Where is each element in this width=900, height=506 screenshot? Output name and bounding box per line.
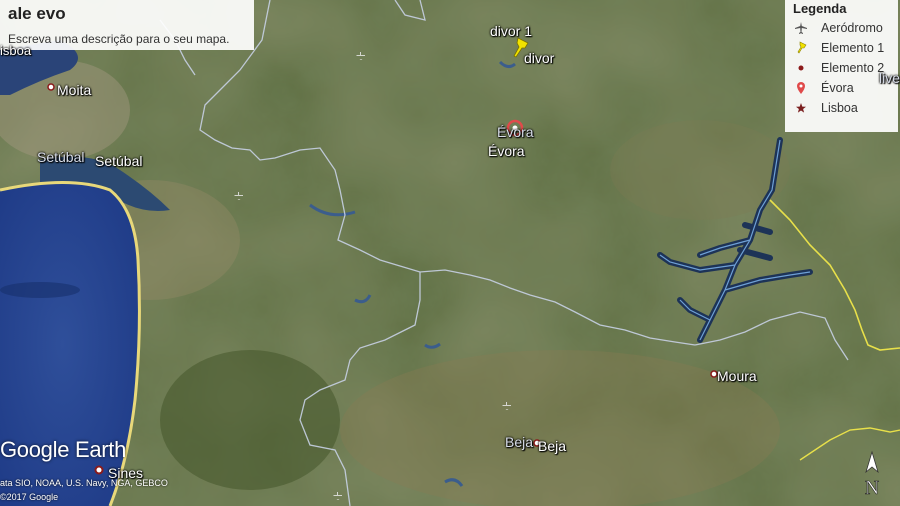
legend-item-evora: Évora (793, 78, 890, 98)
legend-item-label: Aeródromo (821, 21, 883, 35)
place-label-moura: Moura (717, 368, 757, 384)
place-label-setubal-city: Setúbal (95, 153, 143, 169)
legend-item-aerodromo: Aeródromo (793, 18, 890, 38)
legend-title: Legenda (793, 1, 847, 16)
data-attribution: ata SIO, NOAA, U.S. Navy, NGA, GEBCO (0, 478, 168, 488)
map-credits: ata SIO, NOAA, U.S. Navy, NGA, GEBCO ©20… (0, 476, 168, 504)
place-label-moita: Moita (57, 82, 92, 98)
place-label-evora: Évora (497, 124, 534, 140)
legend-item-label: Lisboa (821, 101, 858, 115)
compass-north-label: N (865, 477, 879, 499)
dot-icon[interactable] (46, 82, 56, 92)
legend-item-lisboa: Lisboa (793, 98, 890, 118)
place-label-divor: divor (524, 50, 555, 66)
legend-item-elemento-1: Elemento 1 (793, 38, 890, 58)
satellite-map[interactable] (0, 0, 900, 506)
place-label-beja-city: Beja (538, 438, 567, 454)
place-label-setubal: Setúbal (37, 149, 85, 165)
dot-icon[interactable] (93, 464, 105, 476)
dot-icon (793, 60, 809, 76)
legend-item-label: Elemento 2 (821, 61, 885, 75)
place-label-beja: Beja (505, 434, 534, 450)
place-label-lisboa: isboa (0, 43, 32, 58)
copyright-text: ©2017 Google (0, 492, 59, 502)
red-pin-icon (793, 80, 809, 96)
google-earth-logo: Google Earth (0, 437, 127, 462)
place-label-evora-city: Évora (488, 143, 525, 159)
place-label-divor-1: divor 1 (490, 23, 533, 39)
map-info-panel: ale evo Escreva uma descrição para o seu… (0, 0, 254, 50)
airplane-icon (793, 20, 809, 36)
map-title: ale evo (8, 4, 66, 23)
legend-item-elemento-2: Elemento 2 (793, 58, 890, 78)
north-arrow-icon[interactable]: N (858, 450, 886, 500)
star-icon (793, 100, 809, 116)
map-description[interactable]: Escreva uma descrição para o seu mapa. (8, 32, 246, 46)
legend-panel: Legenda Aeródromo Elemento 1 Elemento 2 … (785, 0, 898, 132)
yellow-pushpin-icon (793, 40, 809, 56)
legend-item-label: Elemento 1 (821, 41, 885, 55)
place-label-olivenca: live (879, 70, 900, 86)
legend-item-label: Évora (821, 81, 854, 95)
